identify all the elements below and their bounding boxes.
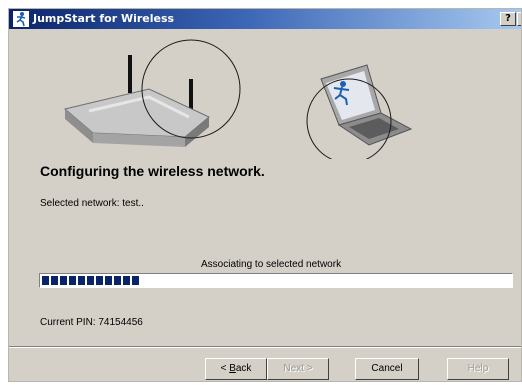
selected-network-text: Selected network: test.. [40,198,144,209]
title-help-button[interactable]: ? [500,12,516,26]
progress-status-text: Associating to selected network [201,259,342,270]
close-button[interactable]: × [517,12,521,26]
cancel-button[interactable]: Cancel [355,358,419,380]
page-heading: Configuring the wireless network. [40,163,265,179]
back-button-rest: ack [235,363,252,374]
progress-fill [42,276,139,285]
button-separator [9,346,521,348]
jumpstart-app-icon [13,11,29,27]
current-pin-text: Current PIN: 74154456 [40,317,143,328]
header-illustration [63,39,413,159]
back-button-mnemonic: B [229,363,236,374]
router-illustration [63,55,210,147]
back-button-prefix: < [220,363,230,374]
progress-bar [39,273,513,288]
window-title: JumpStart for Wireless [33,12,175,25]
title-bar[interactable]: JumpStart for Wireless ? × [9,9,521,29]
dialog-window: JumpStart for Wireless ? × Configurin [8,8,522,382]
help-button[interactable]: Help [447,358,509,380]
next-button[interactable]: Next > [267,358,329,380]
back-button[interactable]: < Back [205,358,267,380]
laptop-illustration [320,64,413,146]
